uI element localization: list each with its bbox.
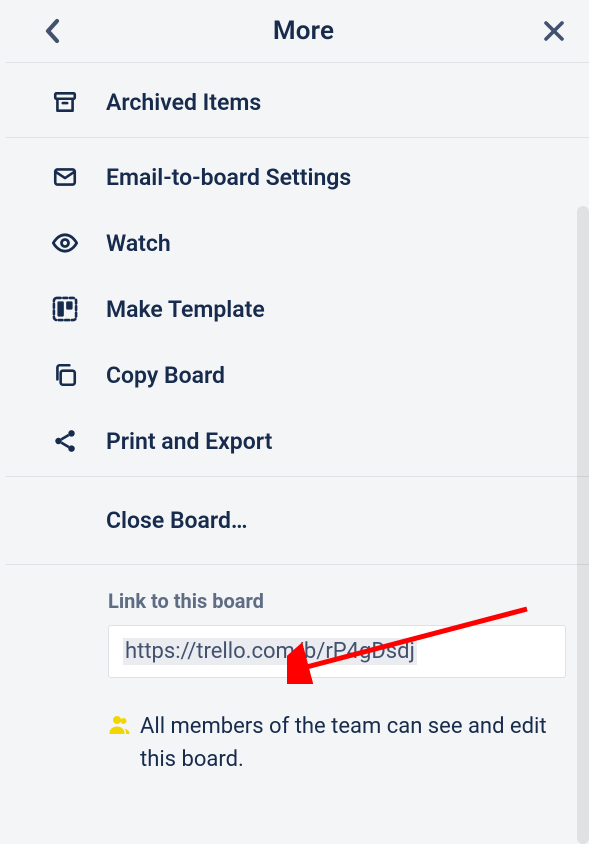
menu-item-copy-board[interactable]: Copy Board — [6, 342, 589, 408]
menu-item-label: Copy Board — [106, 362, 225, 389]
panel-title: More — [70, 16, 537, 46]
menu-item-watch[interactable]: Watch — [6, 210, 589, 276]
scrollbar[interactable] — [577, 206, 589, 844]
copy-icon — [50, 360, 80, 390]
menu-item-print-export[interactable]: Print and Export — [6, 408, 589, 474]
menu-item-label: Watch — [106, 230, 171, 257]
permission-row: All members of the team can see and edit… — [6, 688, 589, 786]
team-icon — [108, 713, 132, 776]
menu-item-make-template[interactable]: Make Template — [6, 276, 589, 342]
close-panel-button[interactable] — [537, 14, 571, 48]
menu-item-label: Make Template — [106, 296, 265, 323]
panel-header: More — [6, 0, 589, 62]
share-icon — [50, 426, 80, 456]
link-section-title: Link to this board — [108, 589, 559, 613]
close-icon — [542, 19, 566, 43]
link-url-box[interactable]: https://trello.com/b/rP4gDsdj — [108, 625, 566, 678]
link-url-text[interactable]: https://trello.com/b/rP4gDsdj — [123, 638, 417, 665]
menu-item-label: Print and Export — [106, 428, 272, 455]
back-button[interactable] — [36, 14, 70, 48]
menu-item-close-board[interactable]: Close Board… — [6, 477, 589, 564]
menu-item-archived[interactable]: Archived Items — [6, 69, 589, 135]
eye-icon — [50, 228, 80, 258]
link-section: Link to this board https://trello.com/b/… — [6, 565, 589, 688]
template-icon — [50, 294, 80, 324]
mail-icon — [50, 162, 80, 192]
permission-text: All members of the team can see and edit… — [140, 710, 559, 776]
chevron-left-icon — [43, 17, 63, 45]
archive-icon — [50, 87, 80, 117]
menu-item-email-settings[interactable]: Email-to-board Settings — [6, 144, 589, 210]
menu-item-label: Close Board… — [106, 507, 248, 534]
menu-item-label: Archived Items — [106, 89, 261, 116]
menu-item-label: Email-to-board Settings — [106, 164, 351, 191]
